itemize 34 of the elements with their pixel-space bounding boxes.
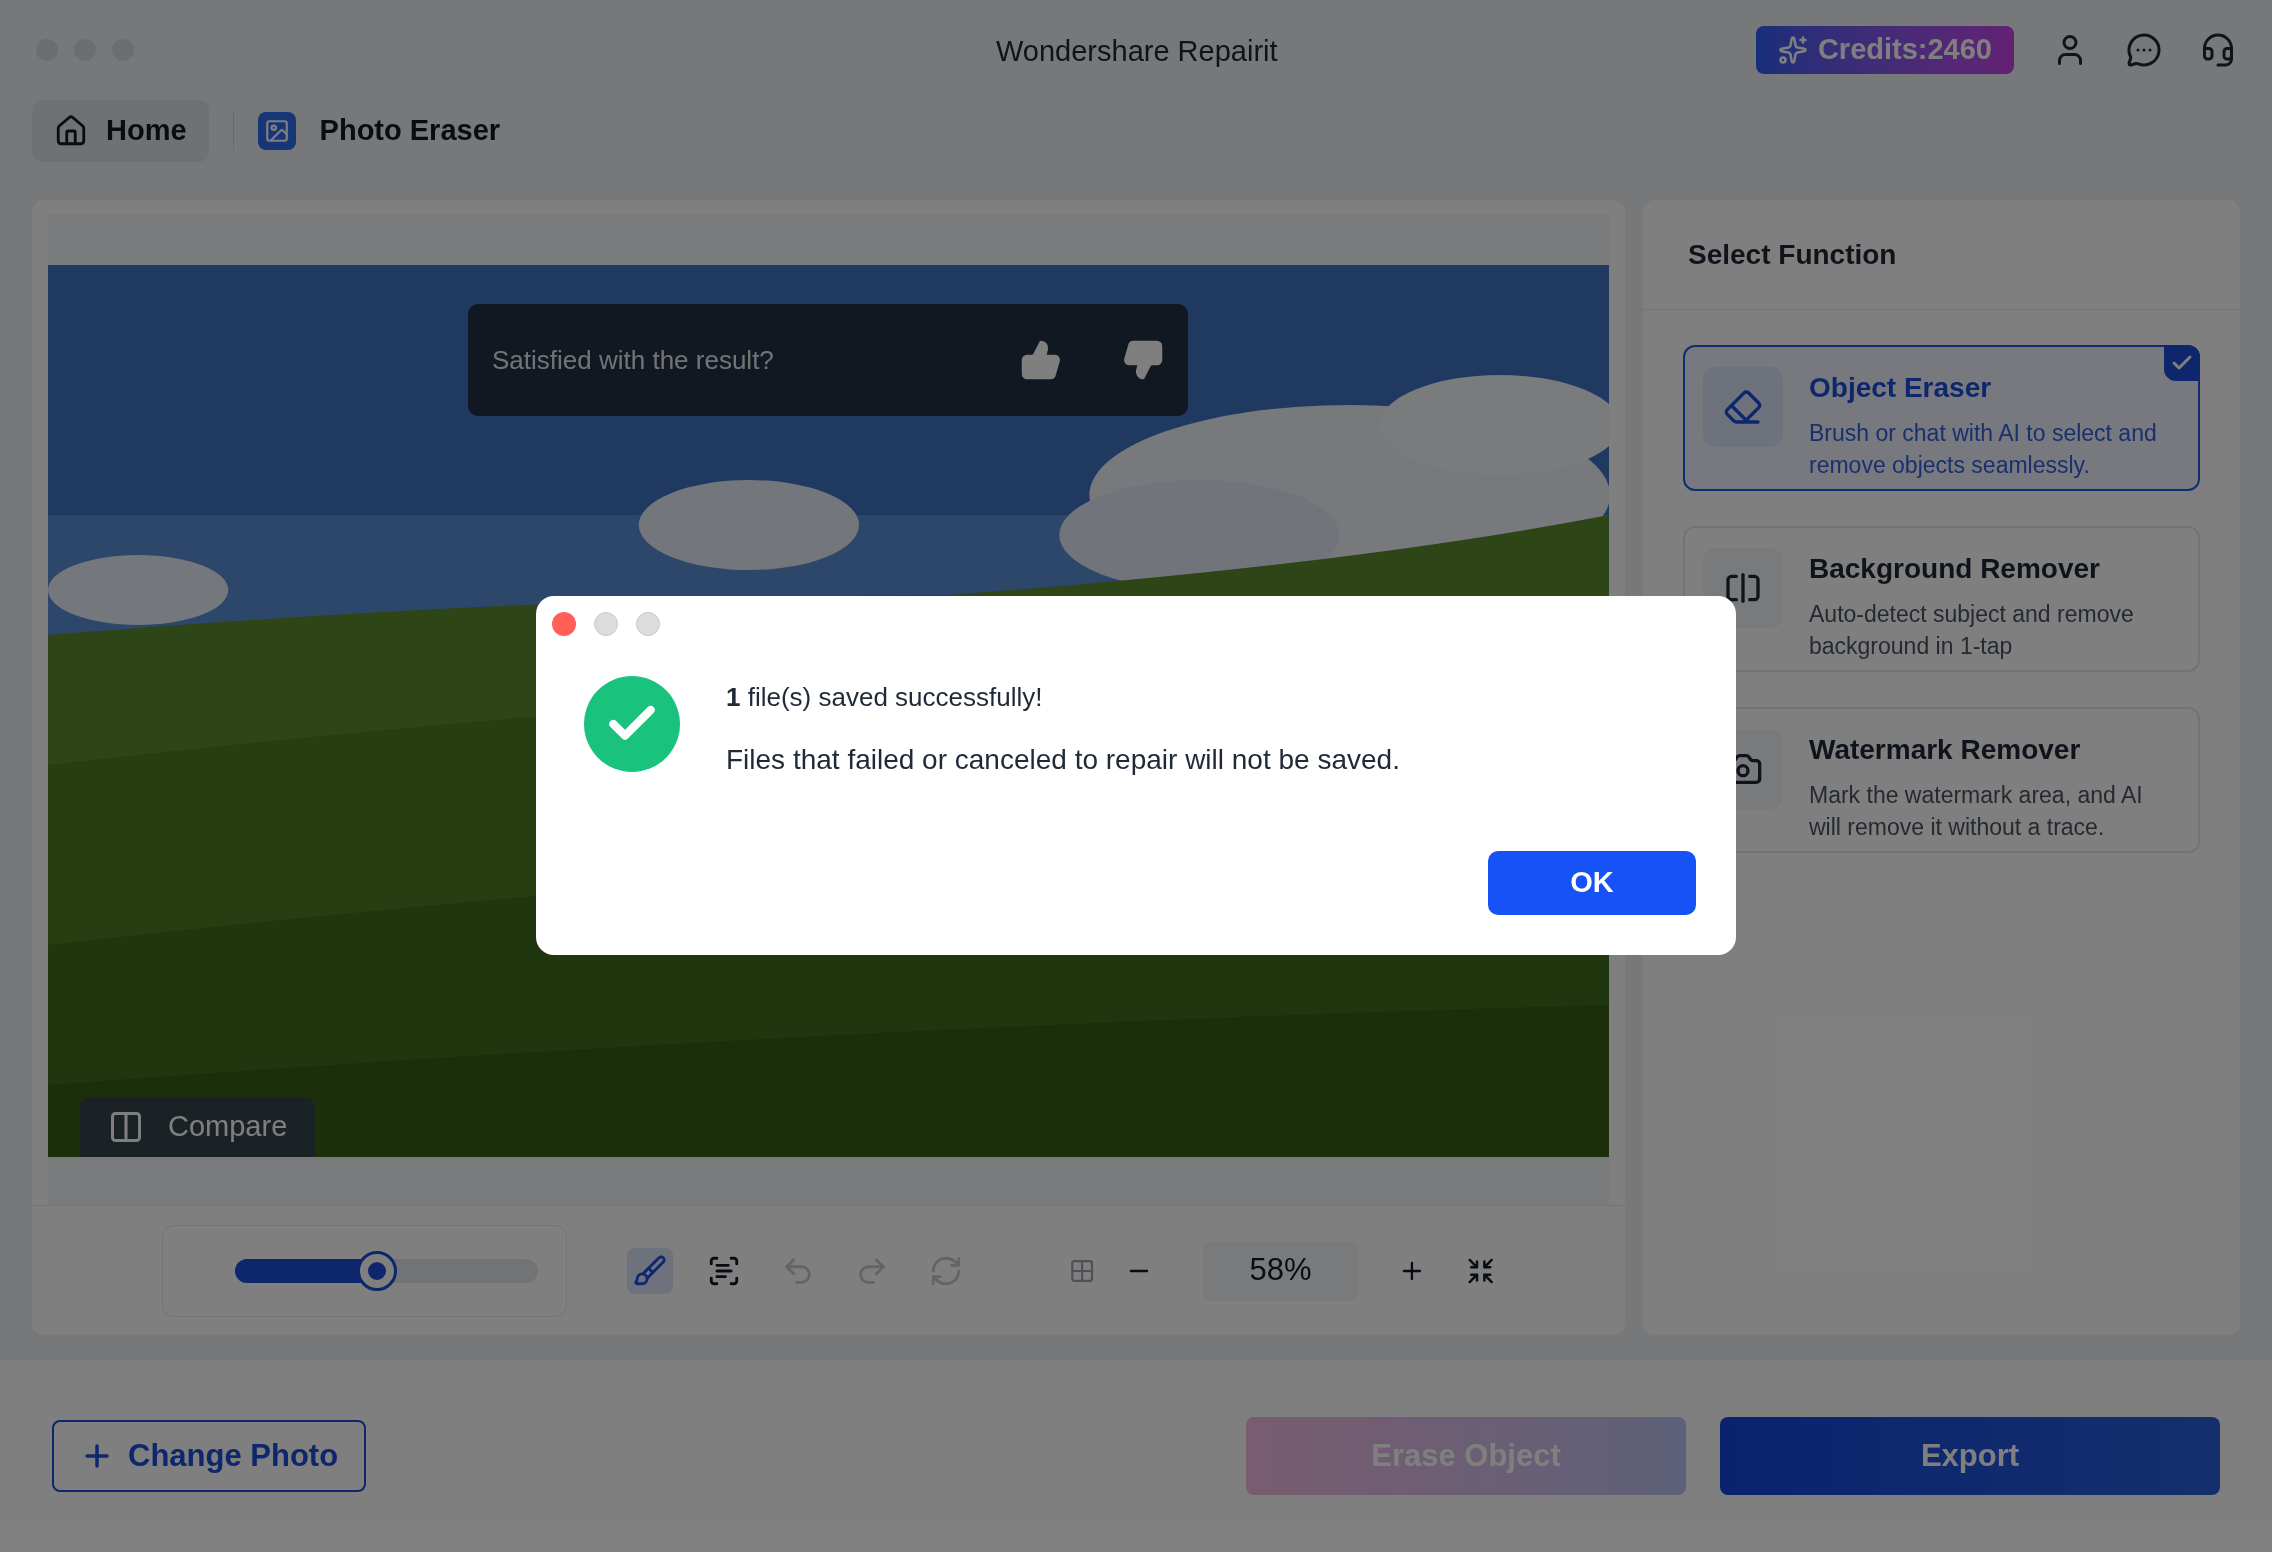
ok-button[interactable]: OK: [1488, 851, 1696, 915]
sparkle-icon: [1777, 35, 1808, 65]
export-button[interactable]: Export: [1720, 1417, 2220, 1495]
window-title: Wondershare Repairit: [996, 34, 1278, 69]
function-title: Background Remover: [1809, 552, 2101, 586]
slider-thumb[interactable]: [357, 1250, 398, 1291]
support-icon[interactable]: [2200, 32, 2236, 68]
thumbs-down-icon[interactable]: [1122, 339, 1164, 381]
success-message: 1 file(s) saved successfully!: [726, 681, 1044, 714]
photo-app-icon: [257, 112, 296, 150]
credits-badge[interactable]: Credits:2460: [1755, 26, 2014, 74]
function-description: Auto-detect subject and remove background in 1-tap: [1809, 600, 2135, 661]
brush-icon: [633, 1253, 667, 1288]
feedback-question: Satisfied with the result?: [492, 343, 774, 377]
compare-icon: [108, 1109, 144, 1145]
eraser-icon: [1723, 387, 1763, 427]
info-message: Files that failed or canceled to repair will not be saved.: [726, 743, 1400, 777]
brush-tool-button[interactable]: [627, 1247, 673, 1294]
function-description: Brush or chat with AI to select and remove objects seamlessly.: [1809, 419, 2158, 480]
function-title: Watermark Remover: [1809, 733, 2082, 767]
function-title: Object Eraser: [1809, 371, 1993, 405]
compare-button[interactable]: Compare: [80, 1097, 316, 1157]
page-title: Photo Eraser: [319, 113, 501, 149]
zoom-level: 58%: [1203, 1240, 1358, 1301]
panel-title: Select Function: [1688, 237, 1897, 272]
home-icon: [54, 114, 88, 148]
function-card[interactable]: Background Remover Auto-detect subject and remove background in 1-tap: [1683, 526, 2200, 672]
function-card[interactable]: Object Eraser Brush or chat with AI to select and remove objects seamlessly.: [1683, 345, 2200, 491]
thumbs-up-icon[interactable]: [1020, 339, 1062, 381]
change-photo-button[interactable]: Change Photo: [52, 1420, 367, 1492]
function-description: Mark the watermark area, and AI will remove it without a trace.: [1809, 781, 2144, 842]
selected-check-icon: [2164, 345, 2200, 381]
home-button[interactable]: Home: [32, 100, 209, 162]
chat-icon[interactable]: [2126, 32, 2162, 68]
